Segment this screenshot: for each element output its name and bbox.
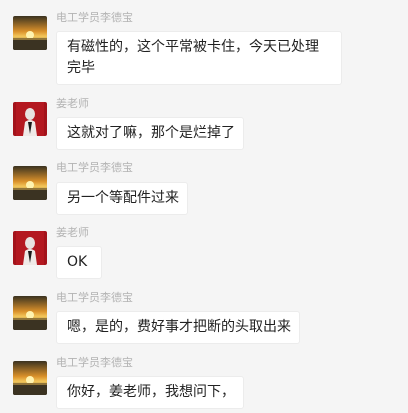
sunset-avatar-icon[interactable] <box>13 166 47 200</box>
message-bubble: 嗯，是的，费好事才把断的头取出来 <box>56 311 300 344</box>
message-bubble: OK <box>56 246 102 279</box>
sunset-avatar-icon[interactable] <box>13 361 47 395</box>
message-bubble: 有磁性的，这个平常被卡住，今天已处理完毕 <box>56 31 342 85</box>
sender-name: 电工学员李德宝 <box>56 11 133 24</box>
red-figure-avatar-icon[interactable] <box>13 231 47 265</box>
sender-name: 姜老师 <box>56 226 89 239</box>
message-bubble: 这就对了嘛，那个是烂掉了 <box>56 117 244 150</box>
message-bubble: 你好，姜老师，我想问下， <box>56 376 244 409</box>
red-figure-avatar-icon[interactable] <box>13 102 47 136</box>
sender-name: 电工学员李德宝 <box>56 356 133 369</box>
chat-message-list: 电工学员李德宝 有磁性的，这个平常被卡住，今天已处理完毕 姜老师 这就对了嘛，那… <box>0 0 408 413</box>
message-bubble: 另一个等配件过来 <box>56 182 188 215</box>
sunset-avatar-icon[interactable] <box>13 296 47 330</box>
sender-name: 姜老师 <box>56 97 89 110</box>
sunset-avatar-icon[interactable] <box>13 16 47 50</box>
sender-name: 电工学员李德宝 <box>56 291 133 304</box>
sender-name: 电工学员李德宝 <box>56 161 133 174</box>
